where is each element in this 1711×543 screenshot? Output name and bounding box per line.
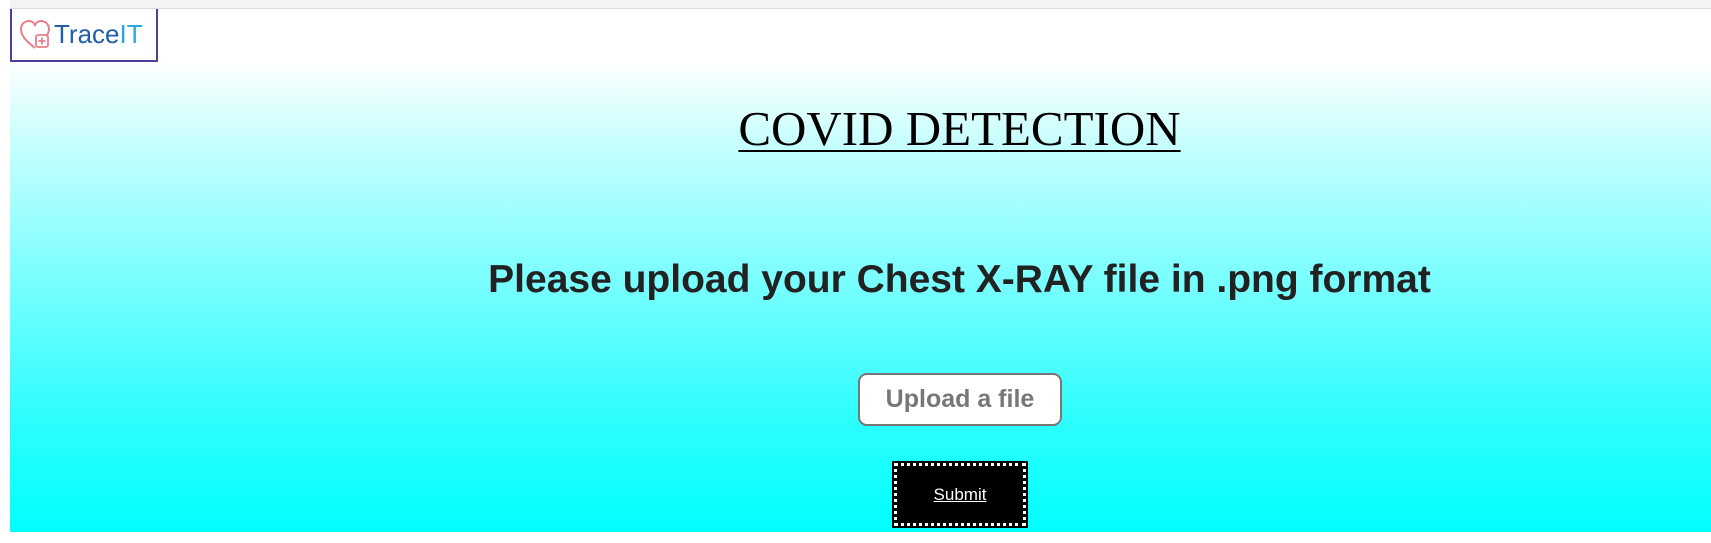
brand-name: TraceIT xyxy=(54,19,143,50)
page-title-text: COVID DETECTION xyxy=(738,101,1181,156)
upload-instruction: Please upload your Chest X-RAY file in .… xyxy=(488,258,1431,301)
brand-name-main: Trace xyxy=(54,19,120,49)
heart-cross-icon xyxy=(18,18,52,52)
page-title: COVID DETECTION xyxy=(0,100,1711,157)
browser-top-edge xyxy=(0,0,1711,9)
brand-name-accent: IT xyxy=(119,19,143,49)
page-bottom-margin xyxy=(0,532,1711,543)
submit-label: Submit xyxy=(933,484,987,504)
upload-file-button[interactable]: Upload a file xyxy=(858,373,1062,426)
submit-button[interactable]: Submit xyxy=(892,461,1028,528)
brand-logo-link[interactable]: TraceIT xyxy=(10,9,158,62)
upload-file-label: Upload a file xyxy=(885,385,1035,413)
